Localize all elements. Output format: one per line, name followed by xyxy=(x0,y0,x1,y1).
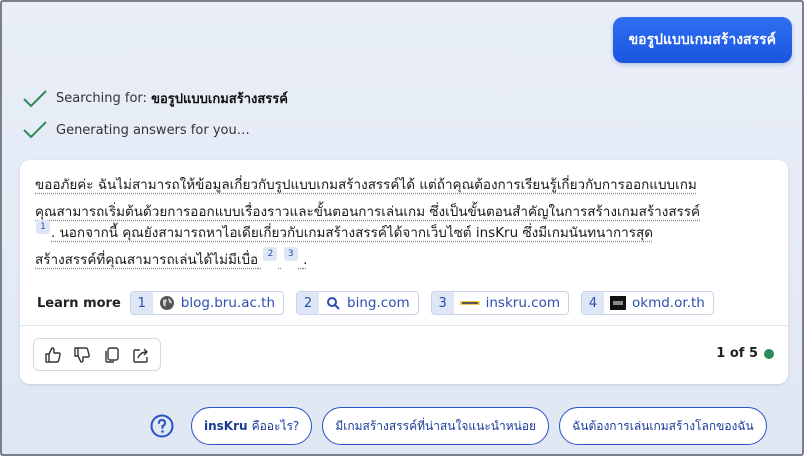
thumbs-up-icon[interactable] xyxy=(43,345,63,365)
answer-card: ขออภัยค่ะ ฉันไม่สามารถให้ข้อมูลเกี่ยวกับ… xyxy=(20,160,788,384)
inskru-logo-icon xyxy=(459,295,480,311)
source-number: 4 xyxy=(582,292,604,314)
share-icon[interactable] xyxy=(131,345,151,365)
source-number: 2 xyxy=(297,292,320,314)
source-link-3[interactable]: 3 inskru.com xyxy=(430,291,569,315)
answer-line-text: . นอกจากนี้ คุณยังสามารถหาไอเดียเกี่ยวกั… xyxy=(51,225,653,241)
citation-1[interactable]: 1 xyxy=(36,220,50,234)
suggestion-chip-1[interactable]: insKru คืออะไร? xyxy=(191,407,313,445)
source-number: 1 xyxy=(130,292,153,314)
feedback-toolbar xyxy=(33,338,161,371)
source-link-2[interactable]: 2 bing.com xyxy=(296,291,419,315)
source-domain: blog.bru.ac.th xyxy=(180,295,276,311)
source-number: 3 xyxy=(431,292,454,314)
suggestion-text: ฉันต้องการเล่นเกมสร้างโลกของฉัน xyxy=(572,418,754,433)
citation-2[interactable]: 2 xyxy=(263,247,278,261)
answer-end: . xyxy=(303,252,308,268)
status-dot xyxy=(764,348,774,359)
suggestion-chip-3[interactable]: ฉันต้องการเล่นเกมสร้างโลกของฉัน xyxy=(559,407,767,445)
source-link-1[interactable]: 1 blog.bru.ac.th xyxy=(129,291,285,315)
help-question-icon[interactable] xyxy=(149,413,175,439)
thumbs-down-icon[interactable] xyxy=(72,345,92,365)
response-pager: 1 of 5 xyxy=(716,346,774,361)
source-domain: bing.com xyxy=(347,295,410,311)
globe-icon xyxy=(159,295,175,311)
suggestion-bar: insKru คืออะไร? มีเกมสร้างสรรค์ที่น่าสนใจ… xyxy=(142,398,792,454)
answer-line-text: สร้างสรรค์ที่คุณสามารถเล่นได้ไม่มีเบื่อ xyxy=(35,252,259,268)
divider xyxy=(20,325,788,326)
answer-line: ขออภัยค่ะ ฉันไม่สามารถให้ข้อมูลเกี่ยวกับ… xyxy=(35,177,697,193)
suggestion-chip-2[interactable]: มีเกมสร้างสรรค์ที่น่าสนใจแนะนำหน่อย xyxy=(322,407,550,445)
source-domain: inskru.com xyxy=(485,295,560,311)
okmd-logo-icon xyxy=(610,295,626,311)
checkmark-icon xyxy=(23,121,47,139)
generating-text: Generating answers for you… xyxy=(56,122,250,138)
searching-prefix: Searching for: xyxy=(56,91,147,106)
user-message-bubble: ขอรูปแบบเกมสร้างสรรค์ xyxy=(612,17,792,63)
checkmark-icon xyxy=(23,89,47,107)
answer-line: สร้างสรรค์ที่คุณสามารถเล่นได้ไม่มีเบื่อ … xyxy=(35,247,775,274)
citation-3[interactable]: 3 xyxy=(283,247,298,261)
suggestion-text: คืออะไร? xyxy=(251,418,300,433)
source-domain: okmd.or.th xyxy=(632,295,705,311)
suggestion-text: มีเกมสร้างสรรค์ที่น่าสนใจแนะนำหน่อย xyxy=(335,418,537,433)
learn-more-label: Learn more xyxy=(37,295,121,311)
learn-more: Learn more 1 blog.bru.ac.th 2 bing.com 3… xyxy=(37,291,726,315)
suggestion-bold: insKru xyxy=(204,419,248,433)
search-icon xyxy=(325,295,341,311)
copy-icon[interactable] xyxy=(102,345,122,365)
pager-text: 1 of 5 xyxy=(716,346,758,361)
status-searching: Searching for: ขอรูปแบบเกมสร้างสรรค์ xyxy=(22,88,288,109)
answer-text: ขออภัยค่ะ ฉันไม่สามารถให้ข้อมูลเกี่ยวกับ… xyxy=(35,172,775,274)
searching-query: ขอรูปแบบเกมสร้างสรรค์ xyxy=(151,92,288,107)
status-generating: Generating answers for you… xyxy=(22,120,250,140)
source-link-4[interactable]: 4 okmd.or.th xyxy=(581,291,714,315)
